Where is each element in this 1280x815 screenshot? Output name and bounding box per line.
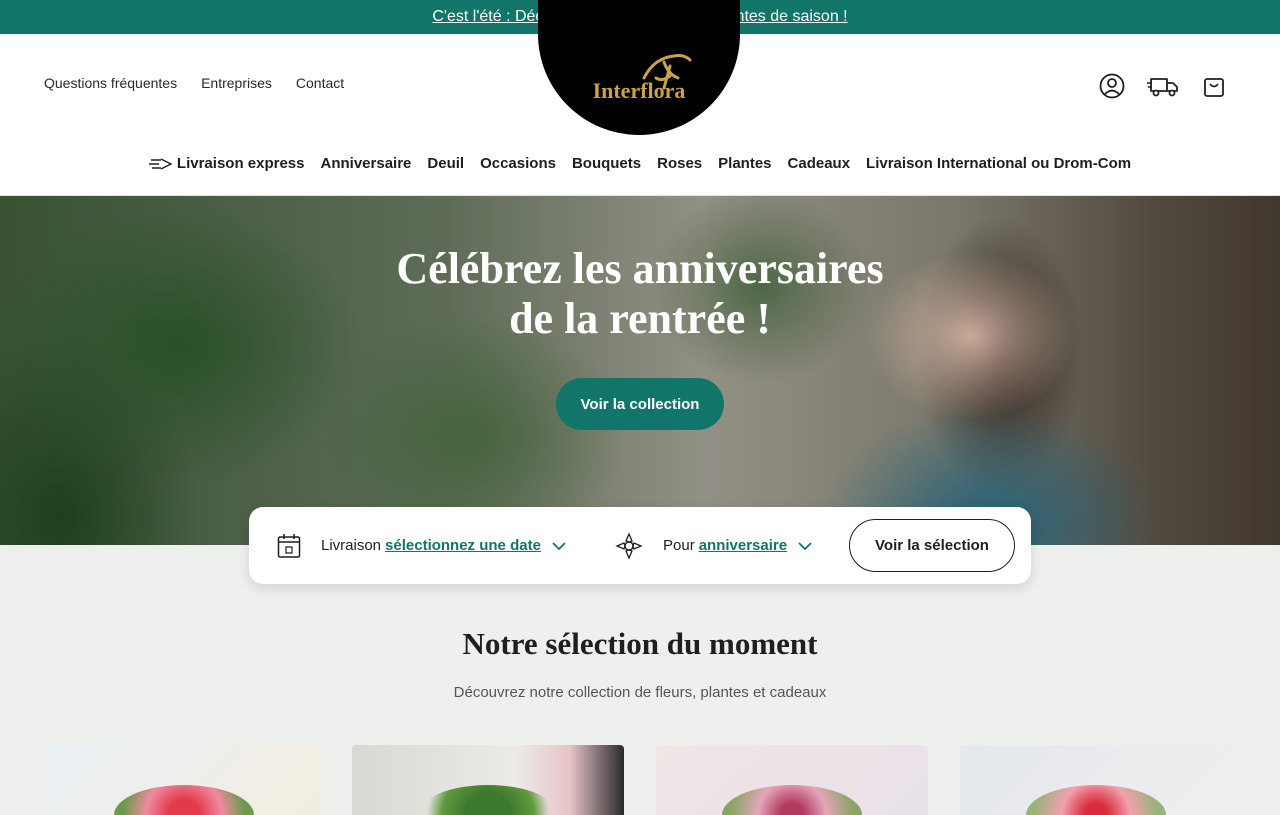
occasion-value[interactable]: anniversaire (699, 537, 787, 554)
occasion-label: Pour (663, 537, 695, 554)
product-card-image[interactable] (48, 745, 320, 815)
logo[interactable]: Interflora (538, 0, 740, 135)
nav-birthday[interactable]: Anniversaire (321, 155, 412, 172)
delivery-label: Livraison (321, 537, 382, 554)
cart-icon[interactable] (1200, 72, 1228, 100)
hero-title-line2: de la rentrée ! (509, 294, 771, 343)
nav-occasions[interactable]: Occasions (480, 155, 556, 172)
view-collection-button[interactable]: Voir la collection (556, 378, 724, 430)
delivery-date-value[interactable]: sélectionnez une date (385, 537, 541, 554)
main-navigation: Livraison express Anniversaire Deuil Occ… (0, 155, 1280, 172)
fast-delivery-icon (148, 157, 173, 170)
bouquet-image (722, 785, 862, 815)
nav-plants[interactable]: Plantes (718, 155, 771, 172)
header-actions (1098, 72, 1228, 100)
nav-gifts[interactable]: Cadeaux (788, 155, 851, 172)
bouquet-image (1026, 785, 1166, 815)
nav-bouquets[interactable]: Bouquets (572, 155, 641, 172)
bouquet-image (114, 785, 254, 815)
occasion-search-panel: Livraison sélectionnez une date Pour ann… (249, 507, 1031, 584)
product-card-image[interactable] (656, 745, 928, 815)
contact-link[interactable]: Contact (296, 75, 344, 91)
product-card-image[interactable] (960, 745, 1232, 815)
business-link[interactable]: Entreprises (201, 75, 272, 91)
section-title: Notre sélection du moment (462, 626, 818, 661)
nav-express-delivery[interactable]: Livraison express (148, 155, 305, 172)
nav-roses[interactable]: Roses (657, 155, 702, 172)
hero-banner: Célébrez les anniversaires de la rentrée… (0, 196, 1280, 545)
hero-title: Célébrez les anniversaires de la rentrée… (0, 244, 1280, 344)
chevron-down-icon (798, 541, 812, 550)
view-selection-button[interactable]: Voir la sélection (849, 519, 1015, 572)
occasion-selector[interactable]: Pour anniversaire (615, 507, 813, 584)
chevron-down-icon (552, 541, 566, 550)
plant-image (418, 785, 558, 815)
account-icon[interactable] (1098, 72, 1126, 100)
section-subtitle: Découvrez notre collection de fleurs, pl… (453, 684, 827, 701)
flower-icon (615, 531, 643, 560)
calendar-icon (277, 533, 301, 558)
nav-mourning[interactable]: Deuil (427, 155, 464, 172)
site-header: Questions fréquentes Entreprises Contact… (0, 0, 1280, 196)
logo-text: Interflora (592, 77, 686, 103)
product-grid (48, 745, 1232, 815)
utility-links: Questions fréquentes Entreprises Contact (44, 75, 344, 91)
delivery-date-selector[interactable]: Livraison sélectionnez une date (277, 507, 567, 584)
product-card-image[interactable] (352, 745, 624, 815)
delivery-tracking-icon[interactable] (1146, 72, 1180, 100)
faq-link[interactable]: Questions fréquentes (44, 75, 177, 91)
hero-title-line1: Célébrez les anniversaires (396, 244, 884, 293)
nav-international[interactable]: Livraison International ou Drom-Com (866, 155, 1131, 172)
nav-label: Livraison express (176, 155, 305, 172)
